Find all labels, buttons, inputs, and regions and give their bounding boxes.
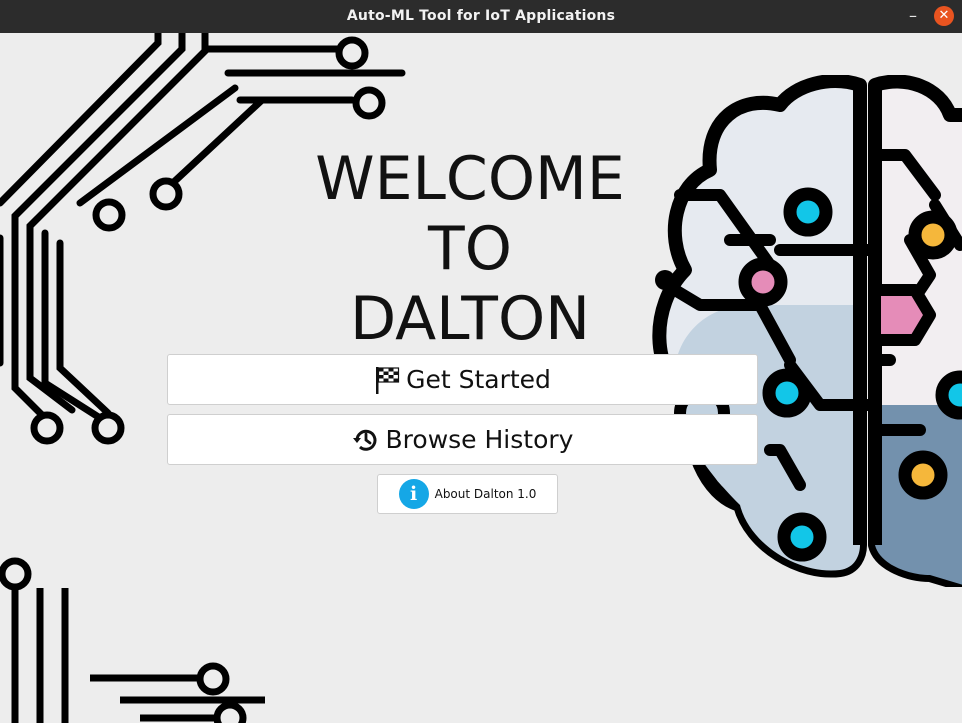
brain-circuit-illustration xyxy=(652,75,962,587)
title-bar: Auto-ML Tool for IoT Applications – ✕ xyxy=(0,0,962,33)
browse-history-label: Browse History xyxy=(385,425,574,454)
welcome-line-3: DALTON xyxy=(349,284,591,354)
main-window: WELCOME TO DALTON Get Started Browse His… xyxy=(0,33,962,723)
window-title: Auto-ML Tool for IoT Applications xyxy=(346,8,616,24)
close-button[interactable]: ✕ xyxy=(934,6,954,26)
about-button[interactable]: i About Dalton 1.0 xyxy=(377,474,558,514)
about-label: About Dalton 1.0 xyxy=(434,487,537,501)
welcome-line-2: TO xyxy=(428,214,512,284)
info-icon: i xyxy=(398,479,429,509)
circuit-decoration-bottom-left xyxy=(0,557,265,723)
get-started-button[interactable]: Get Started xyxy=(167,354,758,405)
checkered-flag-icon xyxy=(374,365,400,395)
browse-history-button[interactable]: Browse History xyxy=(167,414,758,465)
welcome-line-1: WELCOME xyxy=(315,144,625,214)
get-started-label: Get Started xyxy=(406,365,551,394)
history-icon xyxy=(352,426,380,454)
minimize-button[interactable]: – xyxy=(903,6,923,26)
